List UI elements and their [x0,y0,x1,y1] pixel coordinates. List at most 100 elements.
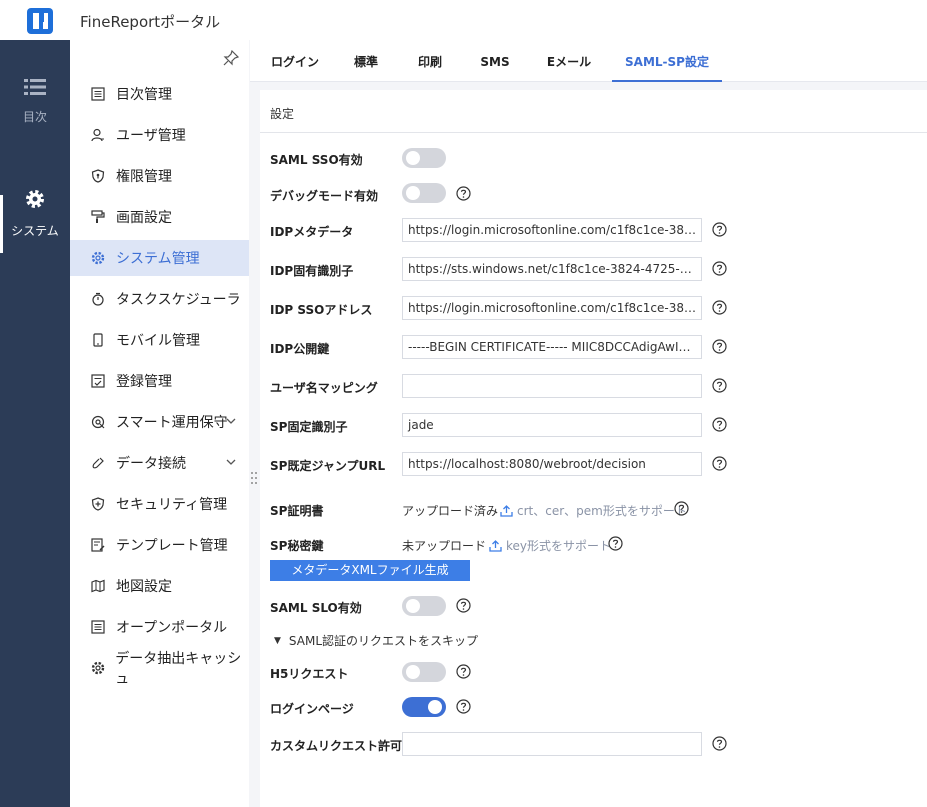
chevron-down-icon[interactable] [225,456,237,468]
sp-private-key-upload-link[interactable]: key形式をサポート [489,537,611,554]
sidebar-item-label: 目次管理 [116,87,172,103]
sp-certificate-upload-link[interactable]: crt、cer、pem形式をサポート [500,502,687,519]
sidebar-item-label: ユーザ管理 [116,128,186,144]
debug-mode-toggle[interactable] [402,183,446,203]
chevron-down-icon[interactable] [225,415,237,427]
security-icon [90,496,106,512]
rail-item-catalog[interactable]: 目次 [0,78,70,125]
sidebar-item-security[interactable]: セキュリティ管理 [70,486,249,522]
sidebar-item-mobile[interactable]: モバイル管理 [70,322,249,358]
help-icon[interactable] [712,417,727,432]
tab-standard[interactable]: 標準 [344,40,388,82]
sidebar-item-templates[interactable]: テンプレート管理 [70,527,249,563]
help-icon[interactable] [608,536,623,551]
h5-request-toggle[interactable] [402,662,446,682]
sidebar-item-extract-cache[interactable]: データ抽出キャッシュ [70,650,249,687]
tab-saml-sp[interactable]: SAML-SP設定 [612,40,722,82]
top-bar: FineReportポータル [0,0,927,40]
sidebar-item-appearance[interactable]: 画面設定 [70,199,249,235]
idp-entity-id-input[interactable]: https://sts.windows.net/c1f8c1ce-3824-47… [402,257,702,281]
sidebar-item-label: タスクスケジューラ [116,292,241,308]
help-icon[interactable] [456,664,471,679]
sidebar-item-task-scheduler[interactable]: タスクスケジューラ [70,281,249,317]
login-page-toggle[interactable] [402,697,446,717]
sidebar-item-label: データ接続 [116,456,186,472]
sidebar-item-map[interactable]: 地図設定 [70,568,249,604]
custom-request-label: カスタムリクエスト許可 [270,739,403,753]
template-icon [90,537,106,553]
username-mapping-input[interactable] [402,374,702,398]
idp-sso-url-input[interactable]: https://login.microsoftonline.com/c1f8c1… [402,296,702,320]
sidebar-item-label: 地図設定 [116,579,172,595]
gear-icon [26,190,44,208]
rail-item-system[interactable]: システム [0,188,70,239]
sidebar-item-label: 権限管理 [116,169,172,185]
sidebar-item-label: 登録管理 [116,374,172,390]
sp-redirect-url-input[interactable]: https://localhost:8080/webroot/decision [402,452,702,476]
sp-redirect-url-label: SP既定ジャンプURL [270,459,386,473]
mobile-icon [90,332,106,348]
finereport-logo-icon [27,8,53,34]
sidebar-item-label: システム管理 [116,251,200,267]
sidebar-item-users[interactable]: ユーザ管理 [70,117,249,153]
idp-metadata-input[interactable]: https://login.microsoftonline.com/c1f8c1… [402,218,702,242]
resize-handle-icon[interactable] [250,470,258,486]
cache-icon [90,660,105,676]
help-icon[interactable] [712,339,727,354]
idp-public-key-label: IDP公開鍵 [270,342,330,356]
help-icon[interactable] [712,736,727,751]
rail-item-label: システム [11,224,59,238]
idp-public-key-input[interactable]: -----BEGIN CERTIFICATE----- MIIC8DCCAdig… [402,335,702,359]
help-icon[interactable] [712,456,727,471]
skip-saml-section-toggle[interactable]: ▼ SAML認証のリクエストをスキップ [274,632,478,649]
sidebar-item-smart-maintenance[interactable]: スマート運用保守 [70,404,249,440]
toggle-knob [406,151,420,165]
sidebar-item-open-portal[interactable]: オープンポータル [70,609,249,645]
toggle-knob [406,186,420,200]
sidebar-item-system-management[interactable]: システム管理 [70,240,249,276]
list-icon [24,79,46,95]
sidebar-item-permissions[interactable]: 権限管理 [70,158,249,194]
username-mapping-label: ユーザ名マッピング [270,381,378,395]
help-icon[interactable] [456,598,471,613]
sidebar-item-registration[interactable]: 登録管理 [70,363,249,399]
pin-icon[interactable] [223,50,239,66]
sp-entity-id-input[interactable]: jade [402,413,702,437]
sp-private-key-label: SP秘密鍵 [270,539,324,553]
generate-metadata-button[interactable]: メタデータXMLファイル生成 [270,560,470,581]
upload-hint: key形式をサポート [506,539,612,553]
rail-item-label: 目次 [22,110,47,124]
triangle-down-icon: ▼ [274,635,281,646]
tab-sms[interactable]: SMS [472,40,518,82]
h5-request-label: H5リクエスト [270,667,349,681]
timer-icon [90,291,106,307]
help-icon[interactable] [712,300,727,315]
tab-print[interactable]: 印刷 [408,40,452,82]
sp-entity-id-label: SP固定識別子 [270,420,348,434]
tab-login[interactable]: ログイン [264,40,326,82]
user-icon [90,127,106,143]
debug-mode-label: デバッグモード有効 [270,189,379,203]
toggle-knob [428,700,442,714]
sidebar-menu: 目次管理 ユーザ管理 権限管理 画面設定 システム管理 タスクスケジューラ モバ… [70,40,249,807]
tab-email[interactable]: Eメール [538,40,600,82]
help-icon[interactable] [456,186,471,201]
help-icon[interactable] [712,378,727,393]
custom-request-input[interactable] [402,732,702,756]
help-icon[interactable] [674,501,689,516]
map-icon [90,578,106,594]
maintenance-icon [90,414,106,430]
sidebar-item-label: セキュリティ管理 [116,497,228,513]
help-icon[interactable] [712,222,727,237]
upload-icon [500,505,513,517]
sidebar-item-label: オープンポータル [116,620,228,636]
saml-slo-toggle[interactable] [402,596,446,616]
help-icon[interactable] [712,261,727,276]
saml-sso-toggle[interactable] [402,148,446,168]
sidebar-item-catalog[interactable]: 目次管理 [70,76,249,112]
register-icon [90,373,106,389]
sidebar-item-label: データ抽出キャッシュ [115,651,242,687]
help-icon[interactable] [456,699,471,714]
sidebar-item-data-connection[interactable]: データ接続 [70,445,249,481]
upload-hint: crt、cer、pem形式をサポート [517,504,687,518]
